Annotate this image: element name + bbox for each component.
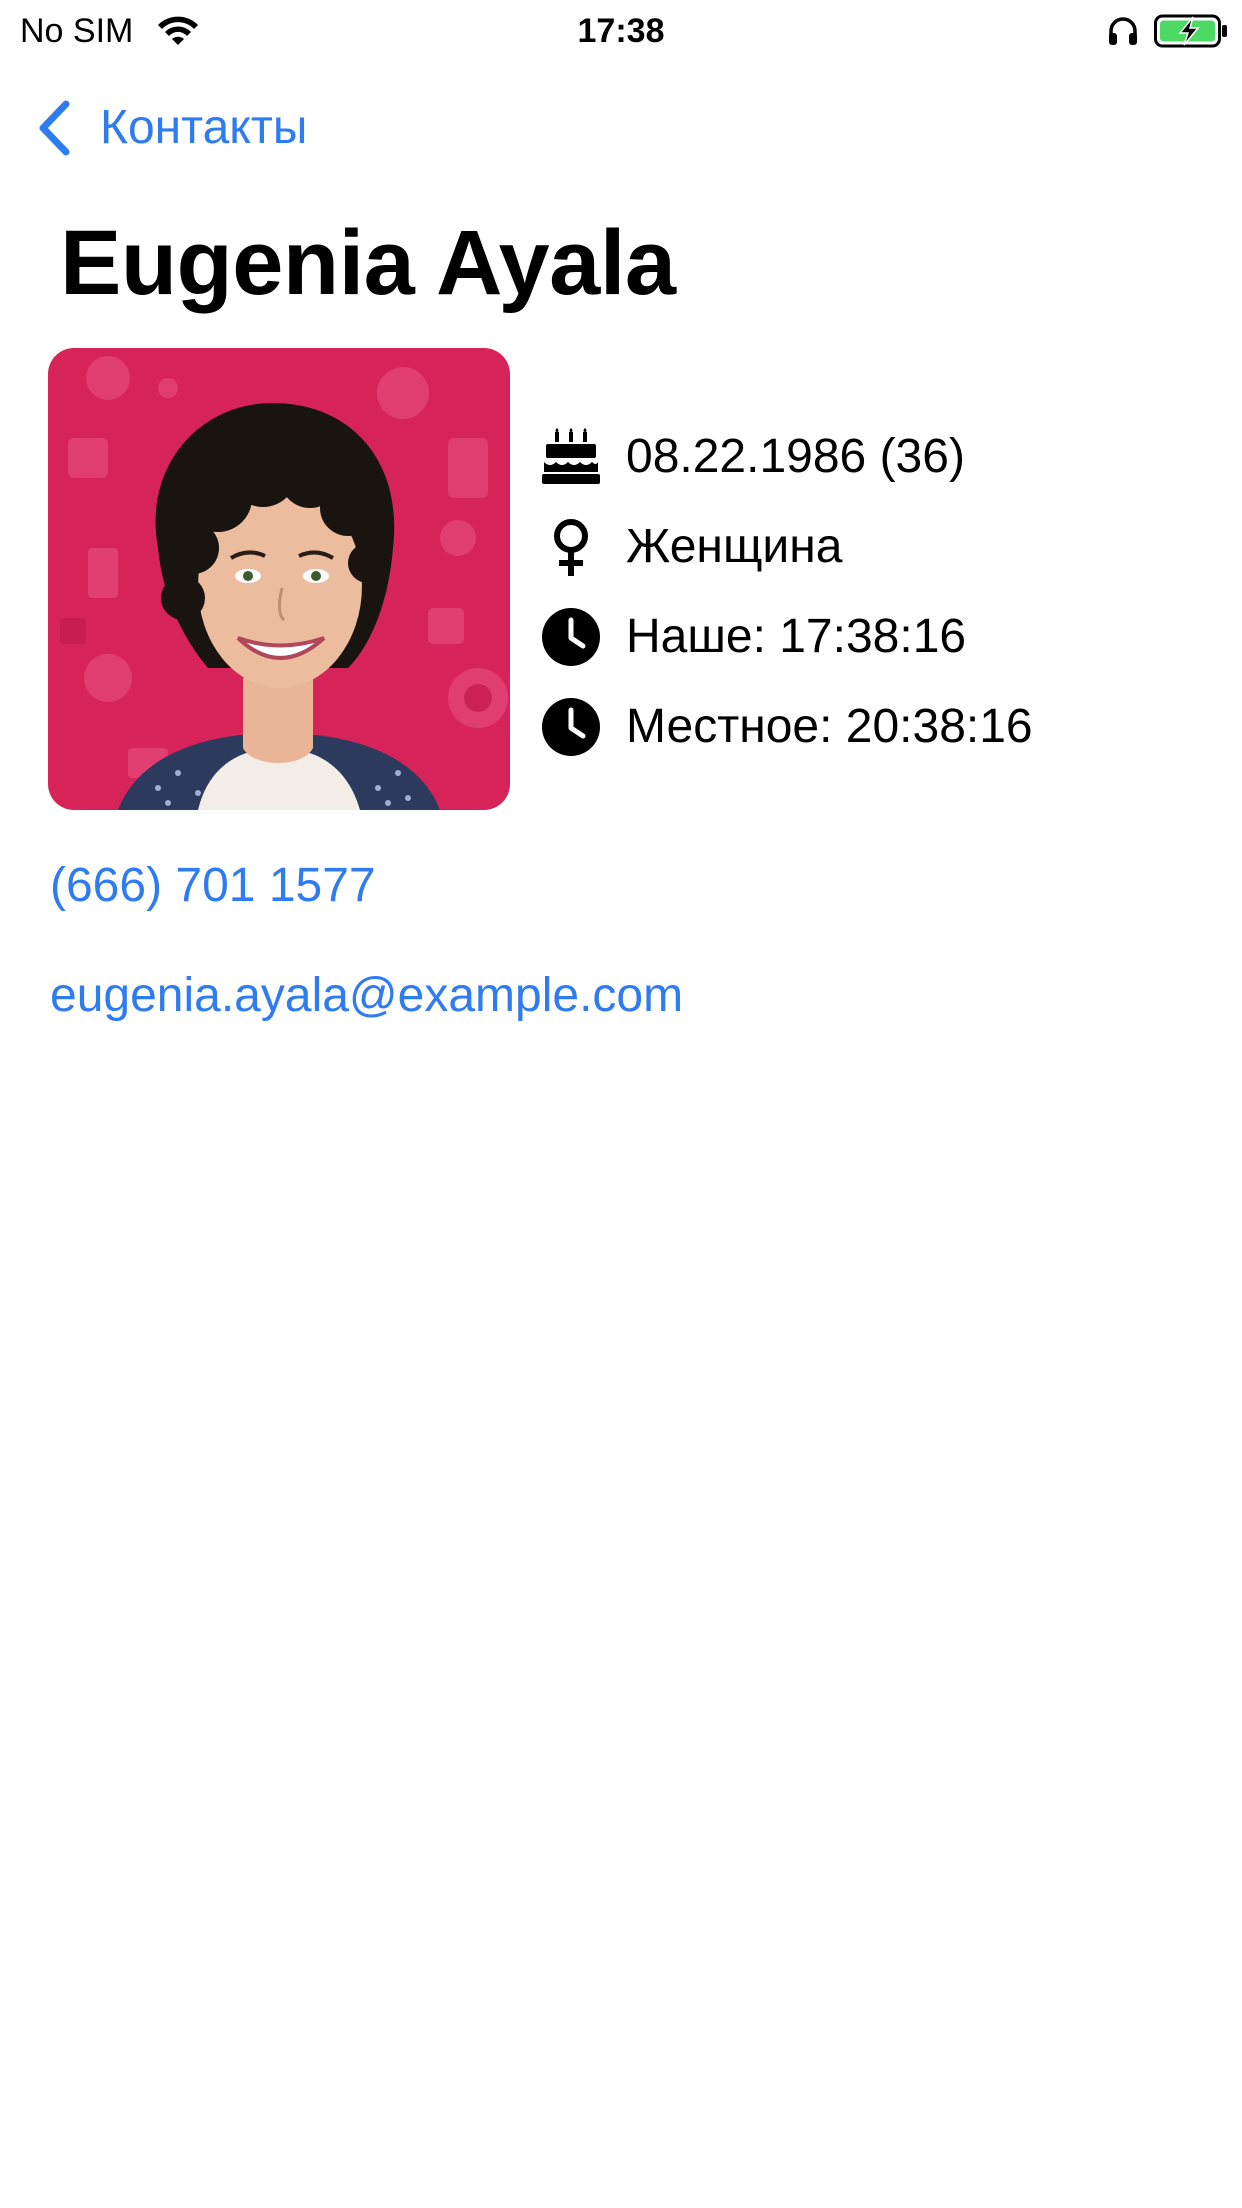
local-time-row: Местное: 20:38:16 bbox=[540, 682, 1033, 772]
avatar bbox=[48, 348, 510, 810]
email-link[interactable]: eugenia.ayala@example.com bbox=[50, 966, 683, 1026]
battery-charging-icon bbox=[1154, 14, 1227, 48]
back-button[interactable]: Контакты bbox=[36, 96, 307, 160]
contact-details: 08.22.1986 (36) Женщина Наше: 17:38:16 М… bbox=[540, 412, 1033, 772]
back-button-label: Контакты bbox=[100, 101, 308, 154]
gender-row: Женщина bbox=[540, 502, 1033, 592]
contact-name: Eugenia Ayala bbox=[60, 212, 676, 314]
birthday-row: 08.22.1986 (36) bbox=[540, 412, 1033, 502]
phone-link[interactable]: (666) 701 1577 bbox=[50, 856, 376, 916]
clock-icon bbox=[542, 698, 600, 756]
female-symbol-icon bbox=[554, 519, 588, 576]
headphones-icon bbox=[1109, 17, 1137, 45]
birthday-text: 08.22.1986 (36) bbox=[626, 430, 965, 483]
our-time-row: Наше: 17:38:16 bbox=[540, 592, 1033, 682]
gender-text: Женщина bbox=[626, 520, 843, 573]
clock-icon bbox=[542, 608, 600, 666]
our-time-text: Наше: 17:38:16 bbox=[626, 610, 967, 663]
local-time-text: Местное: 20:38:16 bbox=[626, 700, 1033, 753]
birthday-cake-icon bbox=[542, 428, 600, 484]
chevron-left-icon bbox=[39, 100, 70, 156]
status-bar: No SIM 17:38 bbox=[0, 0, 1242, 62]
avatar-photo bbox=[48, 348, 510, 810]
status-time: 17:38 bbox=[577, 12, 665, 50]
